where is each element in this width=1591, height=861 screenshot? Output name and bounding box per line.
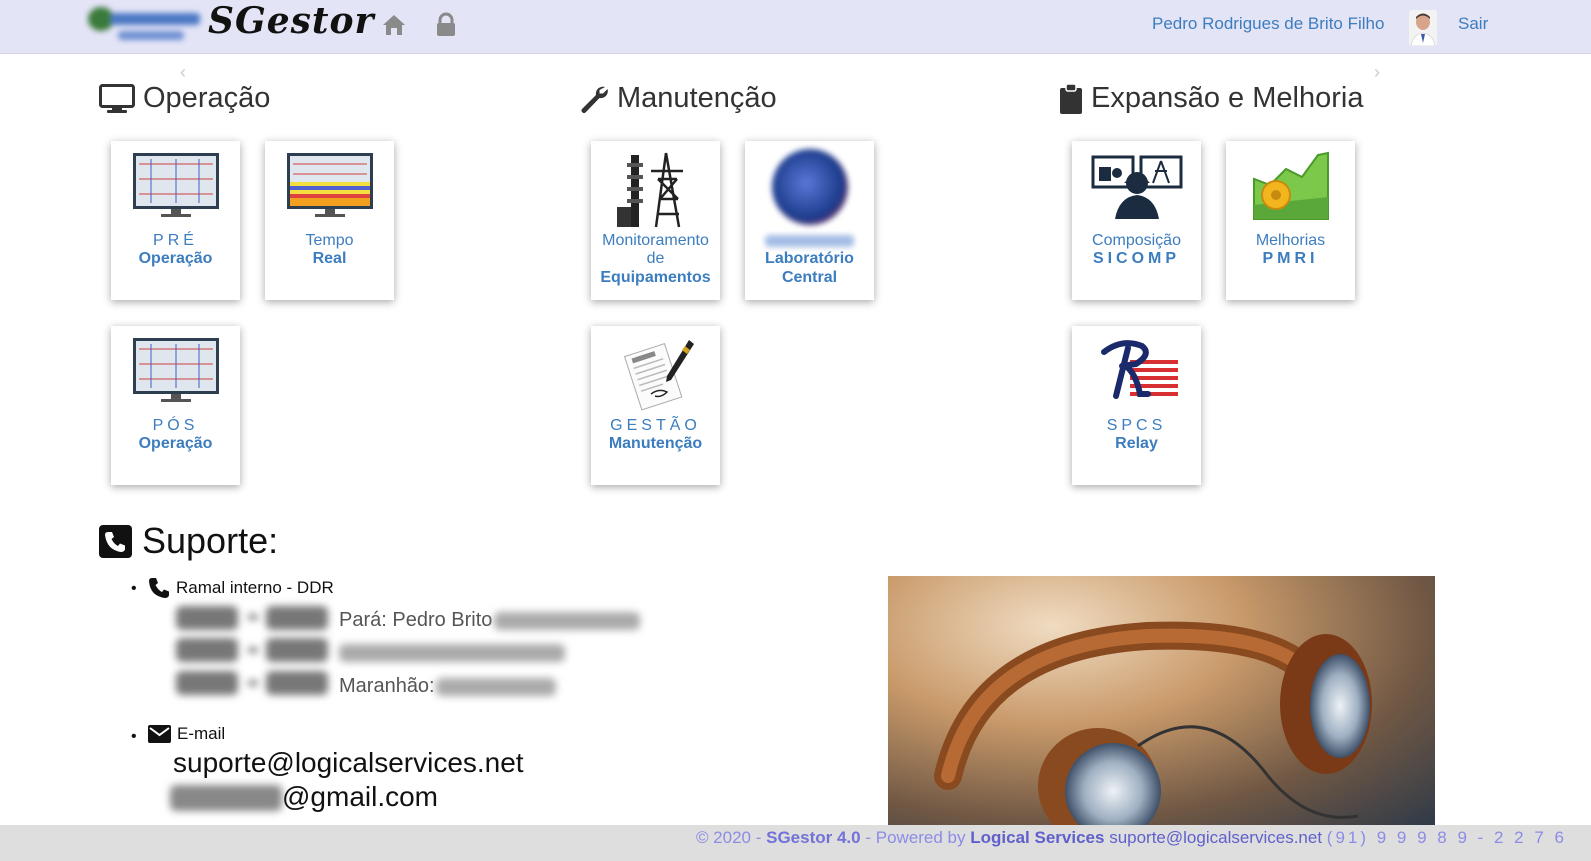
card-composicao-sicomp[interactable]: Composição SICOMP bbox=[1072, 141, 1201, 300]
blurred-phone-prefix bbox=[176, 638, 238, 662]
footer-email-link[interactable]: suporte@logicalservices.net bbox=[1109, 828, 1322, 847]
blurred-phone-number bbox=[266, 638, 328, 662]
phone-square-icon bbox=[99, 524, 132, 558]
realtime-screen-icon bbox=[265, 149, 394, 233]
carousel-prev-icon[interactable]: ‹ bbox=[180, 62, 186, 83]
phone-icon bbox=[149, 578, 169, 598]
monitor-icon bbox=[99, 83, 135, 113]
blurred-dash bbox=[248, 647, 258, 653]
email-label: E-mail bbox=[148, 724, 225, 744]
support-email-link[interactable]: suporte@logicalservices.net bbox=[173, 747, 524, 779]
blurred-phone-prefix bbox=[176, 606, 238, 630]
ramal-label: Ramal interno - DDR bbox=[148, 577, 334, 599]
envelope-icon bbox=[148, 725, 171, 743]
contact-para: Pará: Pedro Brito bbox=[339, 609, 493, 631]
blurred-phone-number bbox=[266, 606, 328, 630]
bullet-email: • bbox=[131, 728, 137, 745]
logout-link[interactable]: Sair bbox=[1458, 14, 1488, 34]
blurred-dash bbox=[248, 614, 258, 620]
company-logo bbox=[88, 5, 206, 45]
carousel-next-icon[interactable]: › bbox=[1374, 62, 1380, 83]
contract-pen-icon bbox=[591, 334, 720, 418]
laboratory-logo bbox=[745, 149, 874, 233]
section-title-manutencao: Manutenção bbox=[579, 82, 777, 115]
wrench-icon bbox=[581, 86, 608, 113]
card-laboratorio-central[interactable]: Laboratório Central bbox=[745, 141, 874, 300]
blurred-phone-number bbox=[266, 671, 328, 695]
suporte-title: Suporte: bbox=[99, 520, 278, 562]
contact-maranhao: Maranhão: bbox=[339, 675, 435, 697]
card-monitoramento-equipamentos[interactable]: Monitoramento de Equipamentos bbox=[591, 141, 720, 300]
blurred-contact-names bbox=[436, 678, 556, 696]
relay-logo bbox=[1072, 334, 1201, 418]
card-tempo-real[interactable]: Tempo Real bbox=[265, 141, 394, 300]
card-gestao-manutencao[interactable]: GESTÃO Manutenção bbox=[591, 326, 720, 485]
footer-text: © 2020 - SGestor 4.0 - Powered by Logica… bbox=[695, 828, 1567, 847]
operation-screen-icon bbox=[111, 149, 240, 233]
footer: © 2020 - SGestor 4.0 - Powered by Logica… bbox=[0, 825, 1591, 861]
blurred-dash bbox=[248, 680, 258, 686]
user-name-link[interactable]: Pedro Rodrigues de Brito Filho bbox=[1152, 14, 1384, 34]
section-title-expansao: Expansão e Melhoria bbox=[1059, 82, 1363, 115]
avatar[interactable] bbox=[1409, 10, 1437, 46]
blurred-label bbox=[765, 235, 854, 247]
transmission-tower-icon bbox=[591, 149, 720, 233]
company-link[interactable]: Logical Services bbox=[970, 828, 1104, 847]
blurred-contact-names bbox=[494, 612, 640, 630]
top-navbar: SGestor Pedro Rodrigues de Brito Filho S… bbox=[0, 0, 1591, 54]
lock-icon[interactable] bbox=[433, 12, 459, 38]
blurred-phone-prefix bbox=[176, 671, 238, 695]
app-brand[interactable]: SGestor bbox=[208, 0, 375, 42]
card-spcs-relay[interactable]: SPCS Relay bbox=[1072, 326, 1201, 485]
blurred-email-user bbox=[170, 785, 282, 811]
card-pre-operacao[interactable]: PRÉ Operação bbox=[111, 141, 240, 300]
growth-chart-gear-icon bbox=[1226, 149, 1355, 233]
card-pos-operacao[interactable]: PÓS Operação bbox=[111, 326, 240, 485]
home-icon[interactable] bbox=[381, 12, 407, 38]
gmail-email-link[interactable]: @gmail.com bbox=[282, 781, 438, 813]
section-title-operacao: Operação bbox=[99, 82, 270, 115]
blurred-contact-names bbox=[339, 644, 565, 662]
clipboard-icon bbox=[1060, 82, 1082, 114]
headphones-photo bbox=[888, 576, 1435, 825]
card-melhorias-pmri[interactable]: Melhorias PMRI bbox=[1226, 141, 1355, 300]
operation-screen-icon bbox=[111, 334, 240, 418]
engineer-monitors-icon bbox=[1072, 149, 1201, 233]
bullet-ramal: • bbox=[131, 580, 137, 597]
